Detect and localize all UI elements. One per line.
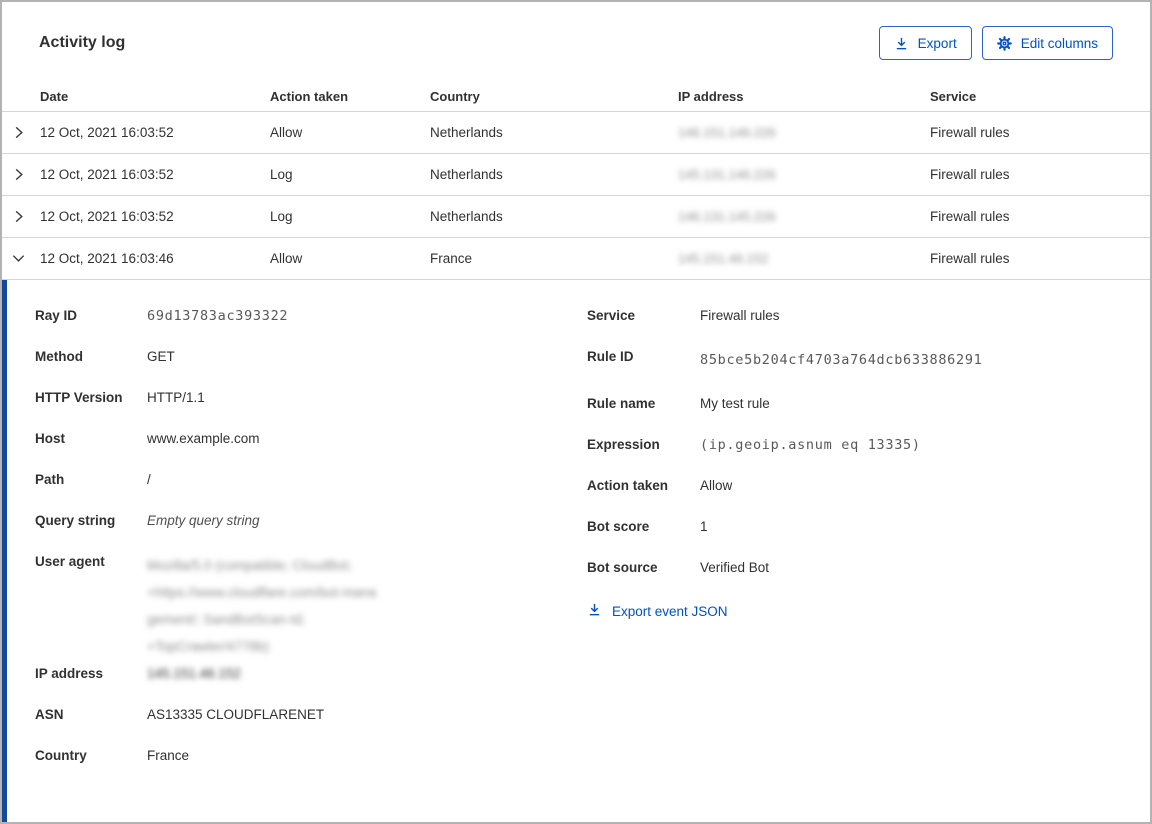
bot-source-label: Bot source: [587, 560, 658, 575]
country-value: France: [147, 748, 190, 763]
cell-country: Netherlands: [430, 209, 503, 224]
table-header-row: Date Action taken Country IP address Ser…: [2, 82, 1150, 112]
expand-chevron-right-icon[interactable]: [2, 125, 40, 140]
asn-value: AS13335 CLOUDFLARENET: [147, 707, 325, 722]
cell-ip-redacted: 146.131.145.226: [678, 209, 776, 224]
edit-columns-button-label: Edit columns: [1020, 35, 1098, 51]
expand-chevron-right-icon[interactable]: [2, 209, 40, 224]
host-value: www.example.com: [147, 431, 260, 446]
user-agent-value-redacted: Mozilla/5.0 (compatible; CloudBot; +http…: [147, 558, 377, 654]
cell-country: Netherlands: [430, 167, 503, 182]
column-header-date: Date: [40, 89, 69, 104]
rule-name-label: Rule name: [587, 396, 656, 411]
table-row[interactable]: 12 Oct, 2021 16:03:52 Log Netherlands 14…: [2, 196, 1150, 238]
cell-service: Firewall rules: [930, 251, 1010, 266]
column-header-country: Country: [430, 89, 480, 104]
export-button-label: Export: [917, 35, 957, 51]
cell-ip-redacted: 145.151.46.152: [678, 251, 769, 266]
query-string-label: Query string: [35, 513, 116, 528]
ray-id-value: 69d13783ac393322: [147, 308, 289, 324]
download-icon: [587, 602, 602, 620]
table-row[interactable]: 12 Oct, 2021 16:03:52 Log Netherlands 14…: [2, 154, 1150, 196]
detail-right-column: Service Firewall rules Rule ID 85bce5b20…: [587, 306, 1150, 622]
toolbar-actions: Export Edit columns: [878, 26, 1113, 60]
cell-date: 12 Oct, 2021 16:03:52: [40, 125, 174, 140]
table-row-expanded[interactable]: 12 Oct, 2021 16:03:46 Allow France 145.1…: [2, 238, 1150, 280]
bot-score-value: 1: [700, 519, 708, 534]
asn-label: ASN: [35, 707, 64, 722]
cell-country: France: [430, 251, 473, 266]
method-label: Method: [35, 349, 83, 364]
activity-log-panel: Activity log Export Edit columns Date Ac…: [0, 0, 1152, 824]
cell-ip-redacted: 146.151.146.226: [678, 125, 776, 140]
bot-source-value: Verified Bot: [700, 560, 770, 575]
detail-left-column: Ray ID 69d13783ac393322 Method GET HTTP …: [35, 306, 587, 787]
export-event-json-label: Export event JSON: [612, 603, 728, 619]
activity-table: Date Action taken Country IP address Ser…: [2, 82, 1150, 280]
service-label: Service: [587, 308, 636, 323]
cell-action: Log: [270, 209, 293, 224]
cell-action: Allow: [270, 251, 303, 266]
gear-icon: [996, 35, 1012, 51]
cell-country: Netherlands: [430, 125, 503, 140]
expand-chevron-right-icon[interactable]: [2, 167, 40, 182]
service-value: Firewall rules: [700, 308, 780, 323]
column-header-ip: IP address: [678, 89, 744, 104]
path-label: Path: [35, 472, 65, 487]
http-version-value: HTTP/1.1: [147, 390, 205, 405]
download-icon: [894, 36, 909, 51]
cell-service: Firewall rules: [930, 167, 1010, 182]
cell-service: Firewall rules: [930, 125, 1010, 140]
export-button[interactable]: Export: [878, 26, 972, 60]
export-event-json-link[interactable]: Export event JSON: [587, 602, 728, 620]
method-value: GET: [147, 349, 175, 364]
rule-name-value: My test rule: [700, 396, 770, 411]
collapse-chevron-down-icon[interactable]: [2, 251, 40, 266]
expression-label: Expression: [587, 437, 660, 452]
action-taken-value: Allow: [700, 478, 733, 493]
cell-action: Log: [270, 167, 293, 182]
column-header-service: Service: [930, 89, 977, 104]
ray-id-label: Ray ID: [35, 308, 78, 323]
cell-ip-redacted: 145.131.146.226: [678, 167, 776, 182]
cell-action: Allow: [270, 125, 303, 140]
column-header-action: Action taken: [270, 89, 349, 104]
page-title: Activity log: [39, 34, 126, 51]
action-taken-label: Action taken: [587, 478, 669, 493]
user-agent-label: User agent: [35, 554, 105, 569]
http-version-label: HTTP Version: [35, 390, 123, 405]
query-string-value: Empty query string: [147, 513, 260, 528]
cell-date: 12 Oct, 2021 16:03:52: [40, 167, 174, 182]
ip-address-value-redacted: 145.151.46.152: [147, 666, 241, 681]
path-value: /: [147, 472, 151, 487]
edit-columns-button[interactable]: Edit columns: [981, 26, 1113, 60]
rule-id-label: Rule ID: [587, 349, 634, 364]
event-detail-panel: Ray ID 69d13783ac393322 Method GET HTTP …: [2, 280, 1150, 822]
table-row[interactable]: 12 Oct, 2021 16:03:52 Allow Netherlands …: [2, 112, 1150, 154]
host-label: Host: [35, 431, 65, 446]
expression-value: (ip.geoip.asnum eq 13335): [700, 437, 921, 453]
bot-score-label: Bot score: [587, 519, 650, 534]
country-label: Country: [35, 748, 87, 763]
cell-date: 12 Oct, 2021 16:03:46: [40, 251, 174, 266]
rule-id-value: 85bce5b204cf4703a764dcb633886291: [700, 352, 983, 368]
topbar: Activity log Export Edit columns: [2, 2, 1150, 60]
cell-date: 12 Oct, 2021 16:03:52: [40, 209, 174, 224]
cell-service: Firewall rules: [930, 209, 1010, 224]
ip-address-label: IP address: [35, 666, 104, 681]
